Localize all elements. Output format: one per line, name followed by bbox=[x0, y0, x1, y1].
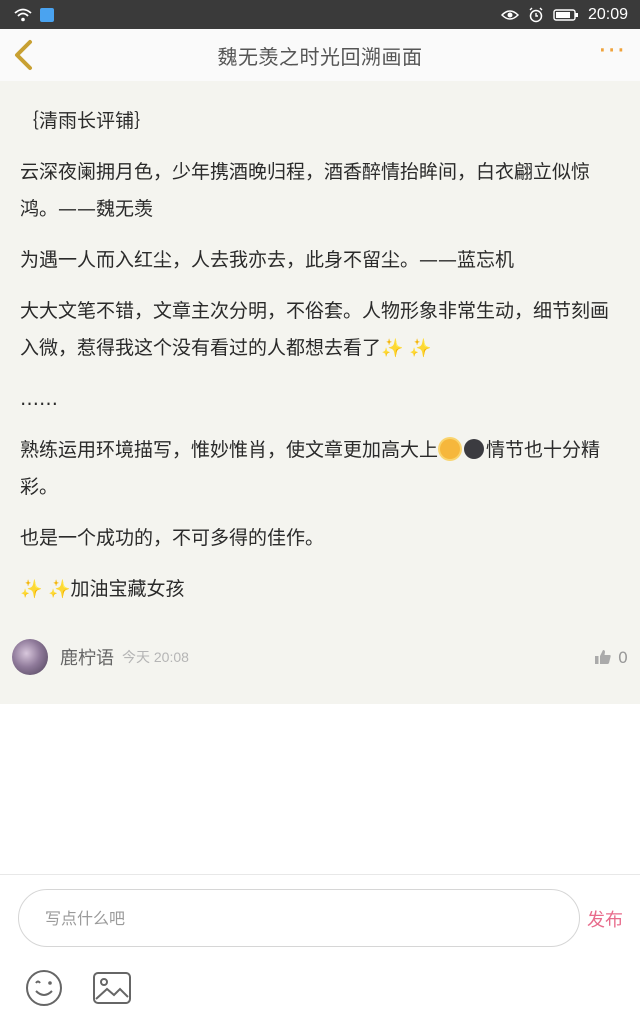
comment-text: 熟练运用环境描写，惟妙惟肖，使文章更加高大上 bbox=[20, 439, 439, 461]
app-notification-icon bbox=[40, 7, 54, 22]
emoji-icon[interactable] bbox=[24, 968, 64, 1008]
moon-emoji-icon bbox=[464, 439, 485, 459]
publish-button[interactable]: 发布 bbox=[587, 906, 623, 932]
like-count: 0 bbox=[617, 647, 628, 667]
like-button[interactable]: 0 bbox=[594, 648, 628, 667]
comment-input[interactable] bbox=[43, 907, 579, 929]
comment-heading: ｛清雨长评铺｝ bbox=[20, 110, 154, 132]
thumbs-up-icon bbox=[594, 650, 611, 664]
battery-icon bbox=[553, 8, 578, 21]
eye-icon bbox=[500, 9, 519, 20]
sun-emoji-icon bbox=[440, 439, 461, 459]
top-nav-bar: 魏无羡之时光回溯画面 ··· bbox=[0, 29, 640, 82]
page-title: 魏无羡之时光回溯画面 bbox=[217, 44, 423, 69]
comment-text: 加油宝藏女孩 bbox=[70, 578, 185, 600]
status-left bbox=[14, 7, 54, 22]
comment-ellipsis: …… bbox=[20, 388, 58, 410]
back-arrow-icon[interactable] bbox=[10, 39, 38, 71]
status-time: 20:09 bbox=[587, 5, 628, 23]
comment-paragraph: 大大文笔不错，文章主次分明，不俗套。人物形象非常生动，细节刻画入微，惹得我这个没… bbox=[20, 293, 620, 367]
sparkles-icon: ✨ ✨ bbox=[20, 579, 71, 600]
divider bbox=[0, 874, 640, 875]
comment-paragraph: 熟练运用环境描写，惟妙惟肖，使文章更加高大上 情节也十分精彩。 bbox=[20, 432, 620, 506]
comment-paragraph: 也是一个成功的，不可多得的佳作。 bbox=[20, 527, 325, 549]
wifi-icon bbox=[14, 8, 32, 21]
image-icon[interactable] bbox=[92, 970, 132, 1006]
comment-timestamp: 今天 20:08 bbox=[122, 649, 189, 665]
comment-text: 大大文笔不错，文章主次分明，不俗套。人物形象非常生动，细节刻画入微，惹得我这个没… bbox=[20, 300, 610, 359]
alarm-icon bbox=[529, 7, 543, 22]
comment-author-row: 鹿柠语 今天 20:08 0 bbox=[12, 637, 628, 677]
comment-paragraph: 云深夜阑拥月色，少年携酒晚归程，酒香醉情抬眸间，白衣翩立似惊鸿。——魏无羡 bbox=[20, 161, 591, 220]
status-bar: 20:09 bbox=[0, 0, 640, 29]
author-name[interactable]: 鹿柠语 bbox=[60, 644, 114, 670]
comment-paragraph: ✨ ✨加油宝藏女孩 bbox=[20, 571, 620, 608]
avatar[interactable] bbox=[12, 639, 48, 675]
comment-input-container[interactable] bbox=[18, 889, 580, 947]
status-right: 20:09 bbox=[500, 5, 628, 24]
comment-card: ｛清雨长评铺｝ 云深夜阑拥月色，少年携酒晚归程，酒香醉情抬眸间，白衣翩立似惊鸿。… bbox=[0, 81, 640, 704]
sparkles-icon: ✨ ✨ bbox=[381, 338, 432, 359]
comment-body: ｛清雨长评铺｝ 云深夜阑拥月色，少年携酒晚归程，酒香醉情抬眸间，白衣翩立似惊鸿。… bbox=[20, 103, 620, 622]
more-options-button[interactable]: ··· bbox=[598, 38, 626, 64]
comment-paragraph: 为遇一人而入红尘，人去我亦去，此身不留尘。——蓝忘机 bbox=[20, 249, 515, 271]
